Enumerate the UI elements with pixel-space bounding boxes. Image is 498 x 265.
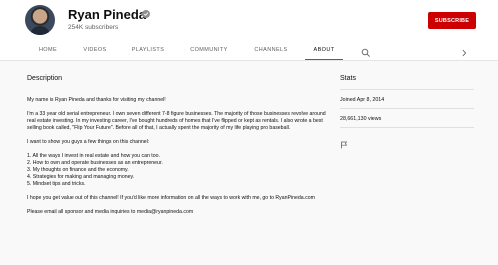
- avatar[interactable]: [25, 5, 55, 35]
- tab-videos[interactable]: VIDEOS: [76, 40, 114, 60]
- description-text: My name is Ryan Pineda and thanks for vi…: [27, 97, 327, 216]
- tab-community[interactable]: COMMUNITY: [183, 40, 235, 60]
- channel-tabs: HOME VIDEOS PLAYLISTS COMMUNITY CHANNELS…: [0, 40, 498, 60]
- tab-channels[interactable]: CHANNELS: [247, 40, 295, 60]
- stats-divider: [340, 127, 474, 128]
- description-paragraph: Please email all sponsor and media inqui…: [27, 209, 194, 215]
- stats-heading: Stats: [340, 75, 356, 82]
- tab-home[interactable]: HOME: [30, 40, 66, 60]
- description-paragraph: I hope you get value out of this channel…: [27, 195, 315, 201]
- channel-header: Ryan Pineda 254K subscribers SUBSCRIBE H…: [0, 0, 498, 60]
- joined-date: Joined Apr 8, 2014: [340, 97, 385, 103]
- subscribe-button[interactable]: SUBSCRIBE: [428, 12, 476, 29]
- tab-playlists[interactable]: PLAYLISTS: [125, 40, 171, 60]
- description-list: 1. All the ways I invest in real estate …: [27, 153, 163, 187]
- flag-icon[interactable]: [340, 136, 348, 149]
- channel-name: Ryan Pineda: [68, 7, 147, 22]
- description-heading: Description: [27, 75, 63, 82]
- chevron-right-icon[interactable]: [459, 45, 469, 57]
- description-paragraph: I'm a 33 year old serial entrepreneur. I…: [27, 111, 326, 131]
- search-icon[interactable]: [361, 45, 371, 57]
- description-paragraph: I want to show you guys a few things on …: [27, 139, 150, 145]
- stats-divider: [340, 108, 474, 109]
- header-divider: [0, 60, 498, 61]
- description-paragraph: My name is Ryan Pineda and thanks for vi…: [27, 97, 166, 103]
- check-circle-icon: [142, 10, 150, 18]
- tab-about[interactable]: ABOUT: [305, 40, 343, 60]
- view-count: 28,661,130 views: [340, 116, 382, 122]
- subscriber-count: 254K subscribers: [68, 24, 119, 31]
- stats-divider: [340, 89, 474, 90]
